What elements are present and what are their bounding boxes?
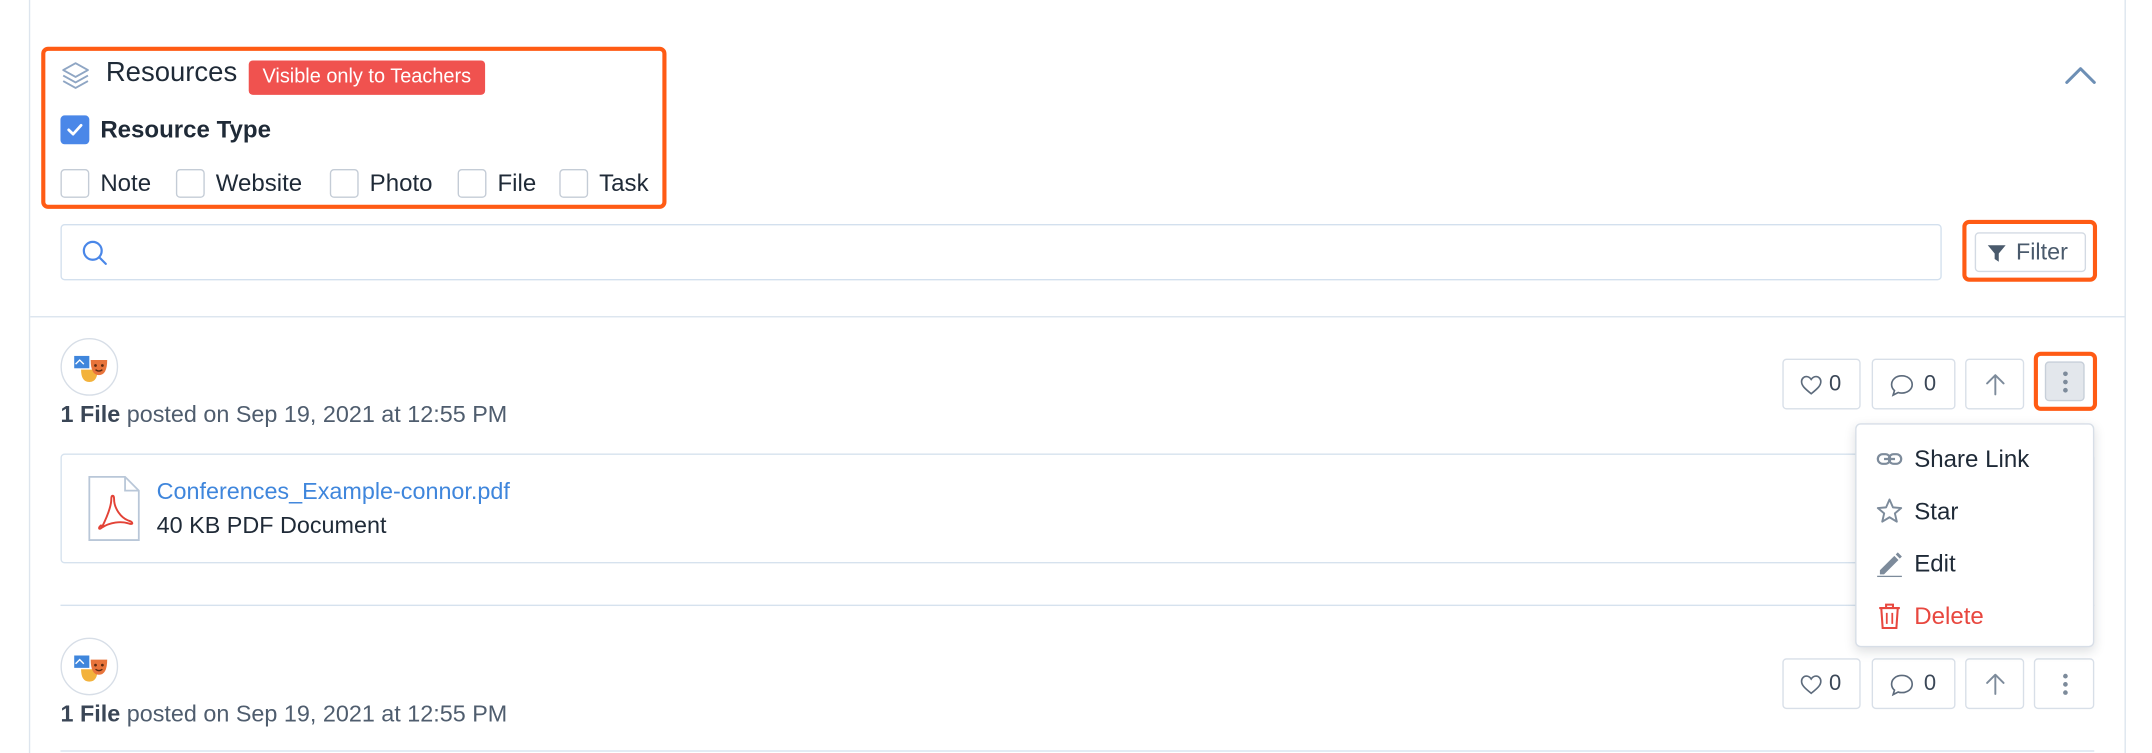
post-kind: 1 File xyxy=(60,401,121,428)
trash-icon xyxy=(1879,603,1900,630)
resource-type-checkbox[interactable] xyxy=(60,115,90,145)
comment-icon xyxy=(1890,674,1914,697)
heart-icon xyxy=(1800,675,1822,695)
pencil-icon xyxy=(1877,552,1902,578)
website-checkbox[interactable] xyxy=(175,169,205,198)
resources-title: Resources xyxy=(105,57,238,88)
arrow-up-icon xyxy=(1986,673,2005,695)
like-count: 0 xyxy=(1829,372,1842,396)
funnel-icon xyxy=(1987,245,2006,262)
resources-panel: Resources Visible only to Teachers Resou… xyxy=(0,0,2152,753)
star-icon xyxy=(1876,498,1903,523)
visibility-badge: Visible only to Teachers xyxy=(248,60,485,95)
menu-item-share-link[interactable]: Share Link xyxy=(1857,437,2093,484)
theater-masks-icon xyxy=(74,655,108,682)
post-kind: 1 File xyxy=(60,700,121,727)
task-checkbox[interactable] xyxy=(559,169,589,198)
photo-checkbox[interactable] xyxy=(329,169,359,198)
chevron-up-icon[interactable] xyxy=(2064,62,2097,89)
search-icon xyxy=(82,240,107,265)
move-up-button[interactable] xyxy=(1965,658,2025,710)
panel-border-right xyxy=(2124,0,2126,753)
avatar xyxy=(60,637,119,696)
post-date: posted on Sep 19, 2021 at 12:55 PM xyxy=(126,401,508,428)
photo-label: Photo xyxy=(369,169,433,197)
resource-type-label: Resource Type xyxy=(100,115,271,143)
menu-item-label: Delete xyxy=(1914,601,1984,630)
post-divider xyxy=(60,604,2095,607)
post-meta: 1 File posted on Sep 19, 2021 at 12:55 P… xyxy=(60,401,507,428)
check-icon xyxy=(67,123,83,136)
comment-count: 0 xyxy=(1923,671,1937,696)
file-name-link[interactable]: Conferences_Example-connor.pdf xyxy=(157,478,510,505)
file-checkbox[interactable] xyxy=(457,169,487,198)
menu-item-delete[interactable]: Delete xyxy=(1857,594,2093,641)
more-options-button[interactable] xyxy=(2033,658,2095,710)
theater-masks-icon xyxy=(74,355,108,383)
note-label: Note xyxy=(100,169,152,197)
menu-item-label: Share Link xyxy=(1914,445,2030,473)
filter-label: Filter xyxy=(2015,239,2068,266)
heart-icon xyxy=(1800,375,1822,395)
comment-icon xyxy=(1890,375,1914,397)
post-divider xyxy=(60,750,2095,752)
more-options-button[interactable] xyxy=(2044,361,2085,402)
note-checkbox[interactable] xyxy=(60,169,90,198)
menu-item-edit[interactable]: Edit xyxy=(1857,541,2093,588)
vertical-dots-icon xyxy=(2063,673,2068,695)
filter-button[interactable]: Filter xyxy=(1974,232,2087,273)
menu-item-star[interactable]: Star xyxy=(1857,489,2093,536)
panel-border-left xyxy=(28,0,31,753)
search-input[interactable] xyxy=(122,225,1930,278)
post-date: posted on Sep 19, 2021 at 12:55 PM xyxy=(126,700,508,727)
divider xyxy=(30,316,2125,318)
like-count: 0 xyxy=(1829,671,1842,696)
avatar xyxy=(60,338,119,396)
like-button[interactable]: 0 xyxy=(1782,658,1861,710)
layers-icon xyxy=(62,62,89,89)
search-field[interactable] xyxy=(60,223,1942,281)
link-icon xyxy=(1876,453,1903,465)
menu-item-label: Edit xyxy=(1914,549,1956,578)
menu-item-label: Star xyxy=(1914,497,1959,525)
more-options-menu: Share Link Star Edit Delete xyxy=(1855,423,2095,648)
vertical-dots-icon xyxy=(2063,371,2068,393)
website-label: Website xyxy=(215,169,303,197)
file-label: File xyxy=(497,169,537,197)
post-meta: 1 File posted on Sep 19, 2021 at 12:55 P… xyxy=(60,701,507,728)
task-label: Task xyxy=(599,169,649,197)
pdf-icon xyxy=(88,475,140,541)
comment-button[interactable]: 0 xyxy=(1871,658,1956,710)
comment-button[interactable]: 0 xyxy=(1871,358,1956,410)
arrow-up-icon xyxy=(1986,374,2005,396)
file-attachment-card[interactable] xyxy=(60,453,2095,564)
move-up-button[interactable] xyxy=(1965,358,2025,410)
file-description: 40 KB PDF Document xyxy=(156,512,387,539)
comment-count: 0 xyxy=(1923,372,1937,396)
like-button[interactable]: 0 xyxy=(1782,358,1861,410)
